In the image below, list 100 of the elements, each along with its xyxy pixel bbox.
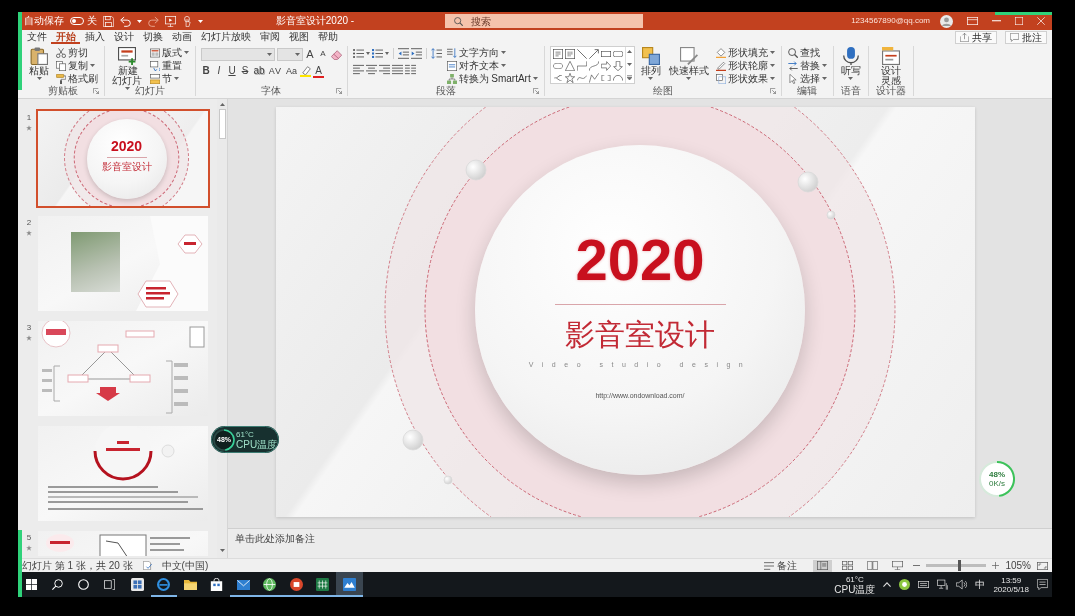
paste-button[interactable]: 粘贴	[27, 46, 51, 80]
ribbon-tab[interactable]: 文件	[22, 30, 51, 44]
right-arrow-icon[interactable]	[600, 61, 611, 71]
eraser-icon[interactable]	[330, 49, 342, 60]
speed-ball-track[interactable]	[979, 461, 1015, 497]
ribbon-tab[interactable]: 视图	[284, 30, 313, 44]
notes-field[interactable]: 单击此处添加备注	[228, 528, 1052, 558]
bracket-icon[interactable]	[600, 75, 611, 81]
status-circle-icon[interactable]	[899, 579, 911, 590]
caret-icon[interactable]	[384, 52, 389, 55]
notification-icon[interactable]	[1037, 579, 1048, 590]
scroll-down-icon[interactable]	[219, 549, 225, 552]
character-spacing-button[interactable]: AV	[267, 65, 283, 78]
clock-time[interactable]: 13:59	[1001, 575, 1022, 585]
language-indicator[interactable]: 中文(中国)	[161, 559, 209, 572]
ribbon-tab[interactable]: 动画	[167, 30, 196, 44]
select-button[interactable]: 选择	[786, 72, 828, 85]
gallery-more-icon[interactable]	[627, 75, 633, 80]
italic-button[interactable]: I	[213, 65, 225, 78]
freeform-icon[interactable]	[588, 73, 599, 83]
save-icon[interactable]	[103, 15, 114, 27]
justify-icon[interactable]	[391, 64, 403, 75]
format-painter-button[interactable]: 格式刷	[55, 72, 99, 85]
line-icon[interactable]	[576, 49, 587, 59]
align-right-icon[interactable]	[378, 64, 390, 75]
grow-font-button[interactable]: A	[304, 48, 316, 61]
ribbon-tab[interactable]: 切换	[138, 30, 167, 44]
dialog-launcher-icon[interactable]	[93, 87, 99, 94]
shape-fill-button[interactable]: 形状填充	[714, 46, 776, 59]
normal-view-button[interactable]	[813, 559, 833, 572]
shrink-font-button[interactable]: A	[317, 48, 329, 61]
slide-thumbnail[interactable]: 2020 影音室设计	[36, 109, 210, 208]
replace-button[interactable]: 替换	[786, 59, 828, 72]
text-shadow-button[interactable]: ab	[252, 65, 266, 78]
ribbon-tab[interactable]: 幻灯片放映	[196, 30, 255, 44]
search-field[interactable]: 搜索	[445, 14, 643, 28]
design-ideas-button[interactable]: 设计灵感	[873, 46, 909, 86]
chevron-up-icon[interactable]	[883, 582, 892, 587]
star-icon[interactable]	[564, 73, 575, 83]
taskbar-app-button[interactable]	[336, 572, 363, 597]
share-button[interactable]: 共享	[955, 31, 997, 44]
reset-button[interactable]: 重置	[148, 59, 190, 72]
bold-button[interactable]: B	[200, 65, 212, 78]
align-left-icon[interactable]	[352, 64, 364, 75]
curved-connector-icon[interactable]	[588, 61, 599, 71]
text-direction-button[interactable]: 文字方向	[445, 46, 539, 59]
scroll-down-icon[interactable]	[627, 62, 633, 66]
quick-styles-button[interactable]: 快速样式	[666, 46, 711, 80]
font-color-button[interactable]: A	[313, 65, 324, 78]
slideshow-icon[interactable]	[165, 15, 176, 27]
layout-button[interactable]: 版式	[148, 46, 190, 59]
user-avatar-icon[interactable]	[940, 14, 953, 28]
ribbon-tab[interactable]: 审阅	[255, 30, 284, 44]
shapes-gallery[interactable]	[549, 46, 635, 84]
caret-icon[interactable]	[198, 19, 203, 23]
zoom-slider-thumb[interactable]	[957, 560, 961, 571]
fit-slide-icon[interactable]	[1037, 561, 1048, 570]
decrease-indent-icon[interactable]	[397, 48, 409, 59]
cut-button[interactable]: 剪切	[55, 46, 99, 59]
network-icon[interactable]	[937, 579, 949, 590]
redo-icon[interactable]	[148, 15, 159, 27]
scroll-up-icon[interactable]	[627, 50, 633, 53]
curve-icon[interactable]	[576, 75, 587, 81]
touch-mode-icon[interactable]	[182, 15, 192, 27]
align-text-button[interactable]: 对齐文本	[445, 59, 539, 72]
find-button[interactable]: 查找	[786, 46, 828, 59]
dialog-launcher-icon[interactable]	[769, 87, 776, 94]
ribbon-tab[interactable]: 帮助	[313, 30, 342, 44]
copy-button[interactable]: 复制	[55, 59, 99, 72]
caret-icon[interactable]	[137, 19, 142, 23]
line-spacing-icon[interactable]	[430, 48, 442, 59]
font-size-combobox[interactable]	[276, 48, 303, 61]
text-box-icon[interactable]	[552, 49, 563, 59]
comments-button[interactable]: 批注	[1005, 31, 1047, 44]
change-case-button[interactable]: Aa	[284, 65, 298, 78]
brace-icon[interactable]	[552, 75, 563, 81]
keyboard-icon[interactable]	[918, 581, 930, 588]
highlighter-icon[interactable]	[300, 66, 311, 77]
dialog-launcher-icon[interactable]	[335, 87, 342, 94]
plus-icon[interactable]	[992, 562, 1000, 569]
vertical-text-box-icon[interactable]	[564, 49, 575, 59]
underline-button[interactable]: U	[226, 65, 238, 78]
minimize-icon[interactable]	[992, 20, 1001, 22]
strikethrough-button[interactable]: S	[239, 65, 251, 78]
notes-button[interactable]: 备注	[762, 559, 800, 572]
input-method-indicator[interactable]: 中	[975, 579, 986, 590]
close-icon[interactable]	[1037, 17, 1045, 25]
convert-to-smartart-button[interactable]: 转换为 SmartArt	[445, 72, 539, 85]
scroll-up-icon[interactable]	[219, 103, 225, 106]
align-center-icon[interactable]	[365, 64, 377, 75]
autosave-toggle[interactable]: 关	[70, 15, 97, 27]
shape-effects-button[interactable]: 形状效果	[714, 72, 776, 85]
document-check-icon[interactable]	[142, 561, 152, 570]
ribbon-display-icon[interactable]	[967, 17, 978, 25]
triangle-icon[interactable]	[564, 61, 575, 71]
arc-icon[interactable]	[612, 75, 623, 81]
shape-outline-button[interactable]: 形状轮廓	[714, 59, 776, 72]
scrollbar-thumb[interactable]	[218, 109, 226, 139]
arrow-line-icon[interactable]	[588, 49, 599, 59]
increase-indent-icon[interactable]	[410, 48, 422, 59]
